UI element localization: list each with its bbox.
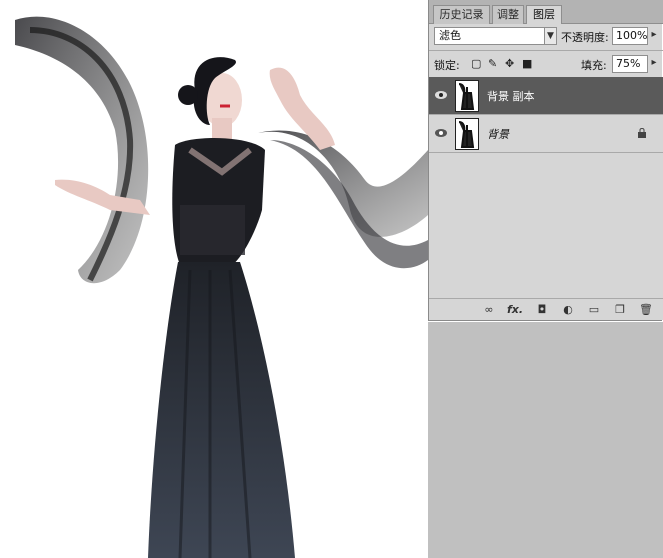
- tab-history[interactable]: 历史记录: [433, 5, 490, 24]
- layer-name[interactable]: 背景 副本: [487, 88, 535, 104]
- delete-layer-icon[interactable]: 🗑: [638, 302, 654, 317]
- layers-list: 背景 副本 背景: [429, 77, 663, 298]
- layers-panel: 历史记录 调整 图层 滤色 ▼ 不透明度: 100% ▸ 锁定: ▢ ✎ ✥ ■…: [428, 0, 663, 321]
- opacity-slider-arrow-icon[interactable]: ▸: [648, 27, 660, 45]
- fill-label: 填充:: [581, 59, 607, 72]
- layer-row-background-copy[interactable]: 背景 副本: [429, 77, 663, 115]
- tab-layers[interactable]: 图层: [526, 5, 562, 24]
- tab-adjustments[interactable]: 调整: [492, 5, 524, 24]
- fill-slider-arrow-icon[interactable]: ▸: [648, 55, 660, 73]
- chevron-down-icon[interactable]: ▼: [544, 27, 557, 45]
- adjustment-layer-icon[interactable]: ◐: [560, 302, 576, 317]
- new-group-icon[interactable]: ▭: [586, 302, 602, 317]
- lock-all-icon[interactable]: ■: [522, 57, 532, 71]
- fill-input[interactable]: 75%: [612, 55, 648, 73]
- lock-icon: [638, 128, 646, 138]
- visibility-eye-icon[interactable]: [434, 89, 448, 101]
- blend-mode-select[interactable]: 滤色: [434, 27, 548, 45]
- layers-bottom-toolbar: ∞ fx. ◘ ◐ ▭ ❐ 🗑: [429, 298, 663, 320]
- opacity-label: 不透明度:: [561, 31, 609, 44]
- layer-thumbnail: [455, 80, 479, 112]
- panel-tabs: 历史记录 调整 图层: [429, 0, 663, 24]
- opacity-input[interactable]: 100%: [612, 27, 648, 45]
- workspace-background: [428, 322, 663, 558]
- layer-thumbnail: [455, 118, 479, 150]
- lock-position-icon[interactable]: ✥: [505, 57, 514, 71]
- visibility-eye-icon[interactable]: [434, 127, 448, 139]
- lock-paint-icon[interactable]: ✎: [488, 57, 497, 71]
- divider: [429, 50, 663, 51]
- layer-row-background[interactable]: 背景: [429, 115, 663, 153]
- fx-icon[interactable]: fx.: [507, 302, 523, 317]
- photo-canvas[interactable]: [0, 0, 428, 558]
- lock-transparency-icon[interactable]: ▢: [471, 57, 481, 71]
- link-layers-icon[interactable]: ∞: [481, 302, 497, 317]
- layer-name[interactable]: 背景: [487, 126, 509, 142]
- add-mask-icon[interactable]: ◘: [534, 302, 550, 317]
- photo-image: [15, 16, 428, 558]
- lock-label: 锁定:: [434, 59, 460, 72]
- new-layer-icon[interactable]: ❐: [612, 302, 628, 317]
